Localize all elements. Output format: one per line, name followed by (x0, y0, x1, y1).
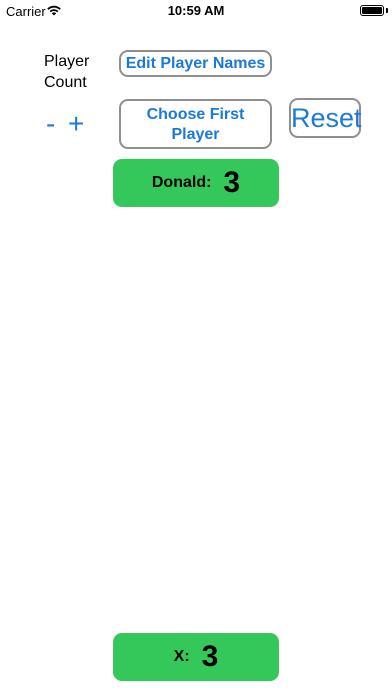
player-score: 3 (201, 640, 219, 673)
choose-first-player-button[interactable]: Choose First Player (119, 99, 272, 149)
player-name: Donald: (151, 174, 212, 191)
battery-cap (386, 8, 388, 13)
status-time: 10:59 AM (167, 3, 225, 18)
player-name: X: (173, 648, 190, 665)
increase-player-count-button[interactable]: + (68, 108, 84, 140)
player-score-card-donald[interactable]: Donald: 3 (113, 159, 279, 207)
player-count-label: Player Count (44, 53, 90, 91)
status-bar: Carrier 10:59 AM (0, 0, 392, 22)
reset-button[interactable]: Reset (289, 98, 362, 138)
battery-icon (360, 5, 384, 16)
player-score: 3 (223, 166, 241, 199)
edit-player-names-button[interactable]: Edit Player Names (119, 50, 272, 77)
player-score-card-x[interactable]: X: 3 (113, 633, 279, 681)
decrease-player-count-button[interactable]: - (46, 108, 55, 140)
